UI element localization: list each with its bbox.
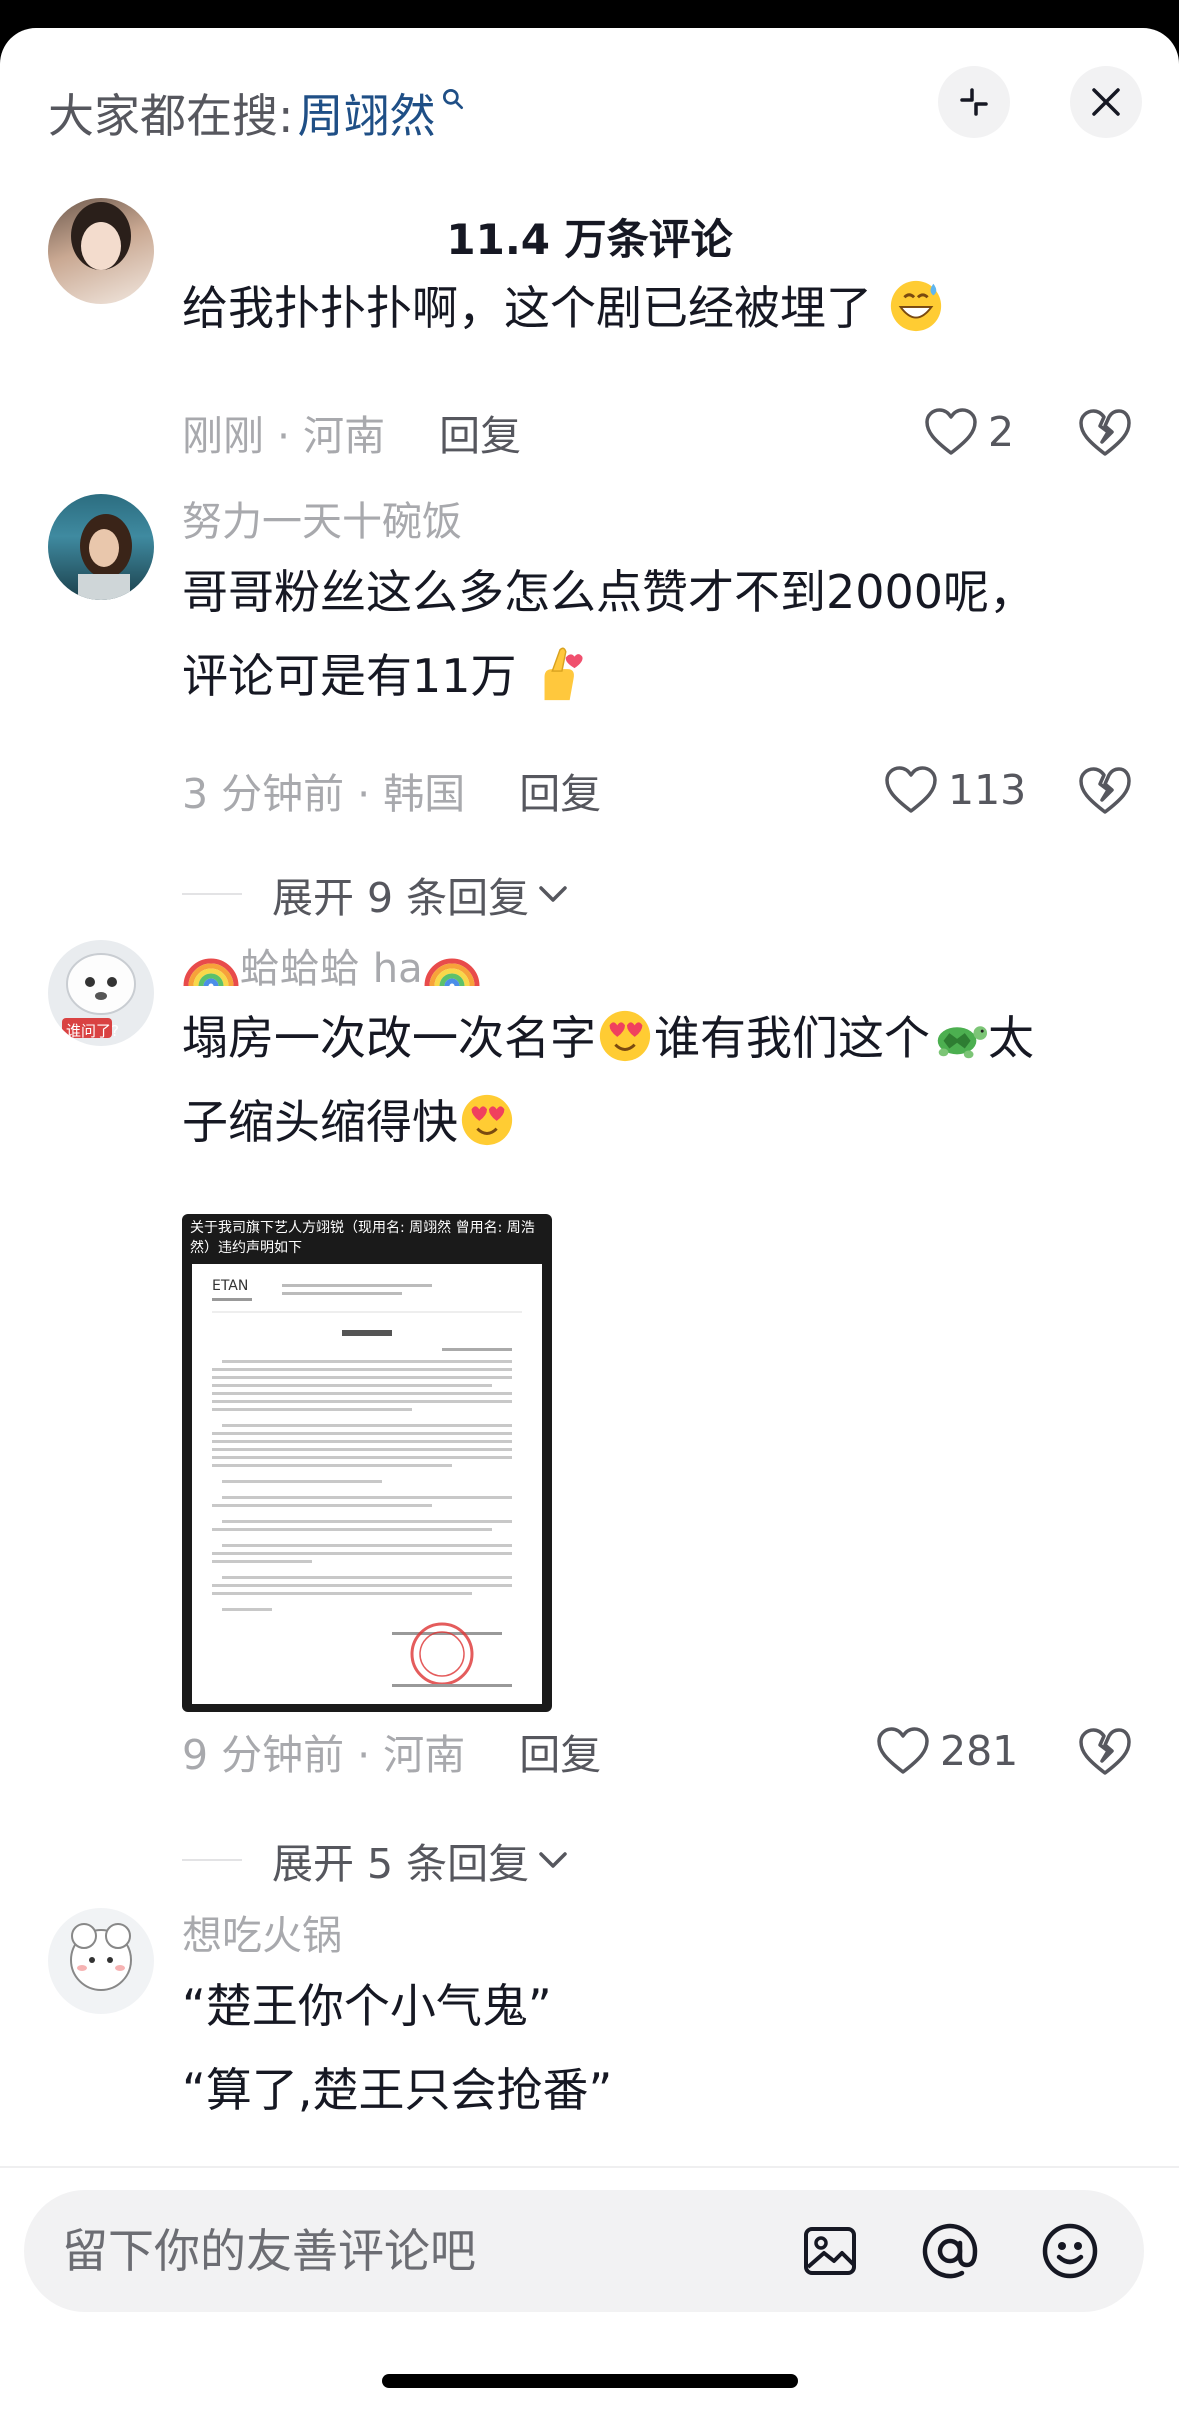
divider-line [182, 893, 242, 895]
home-indicator [382, 2374, 798, 2388]
collapse-icon [960, 88, 988, 116]
close-button[interactable] [1070, 66, 1142, 138]
comment-image[interactable]: 关于我司旗下艺人方翊锐（现用名: 周翊然 曾用名: 周浩然）违约声明如下 ETA… [182, 1214, 552, 1712]
comment-count-title: 11.4 万条评论 [446, 215, 733, 264]
image-icon[interactable] [800, 2221, 860, 2281]
heart-icon [885, 766, 937, 813]
avatar[interactable] [48, 198, 154, 304]
rainbow-emoji [424, 958, 480, 987]
mention-icon[interactable] [920, 2221, 980, 2281]
svg-text:ETAN: ETAN [212, 1278, 248, 1294]
comment-time-location: 刚刚 · 河南 [182, 412, 386, 460]
image-caption: 关于我司旗下艺人方翊锐（现用名: 周翊然 曾用名: 周浩然）违约声明如下 [190, 1220, 535, 1256]
like-button[interactable]: 2 [924, 400, 1014, 464]
statement-document: ETAN [192, 1264, 542, 1704]
avatar[interactable] [48, 494, 154, 600]
expand-replies[interactable]: 展开 5 条回复 [182, 1830, 573, 1890]
comment-text: 哥哥粉丝这么多怎么点赞才不到2000呢， 评论可是有11万 [182, 565, 1036, 703]
heart-icon [877, 1727, 929, 1774]
comment-meta: 刚刚 · 河南 回复 [182, 400, 521, 464]
comment-text: 给我扑扑扑啊，这个剧已经被埋了 [182, 266, 1122, 350]
heart-eyes-emoji [461, 1094, 513, 1146]
rainbow-emoji [183, 958, 239, 987]
chevron-down-icon [539, 886, 567, 902]
reply-button[interactable]: 回复 [519, 760, 601, 820]
close-icon [1092, 88, 1120, 116]
heart-icon [925, 408, 977, 455]
chevron-down-icon [539, 1852, 567, 1868]
grinning-sweat-emoji [890, 280, 941, 332]
turtle-emoji [937, 1026, 988, 1059]
like-button[interactable]: 113 [884, 758, 1026, 822]
comment-input-placeholder: 留下你的友善评论吧 [62, 2224, 476, 2278]
like-count: 281 [940, 1727, 1019, 1775]
comment-sheet: 大家都在搜: 周翊然 11.4 万条评论 给我扑扑扑啊，这个剧已经被埋了 刚刚 … [0, 28, 1179, 2409]
comment-time-location: 3 分钟前 · 韩国 [182, 770, 466, 818]
divider-line [0, 2166, 1179, 2168]
divider-line [182, 1859, 242, 1861]
trending-search[interactable]: 大家都在搜: 周翊然 [48, 78, 466, 148]
comment-text: 塌房一次改一次名字 谁有我们这个太 子缩头缩得快 [182, 996, 1122, 1164]
comment-username[interactable]: 蛤蛤蛤 ha [182, 940, 1122, 996]
emoji-icon[interactable] [1040, 2221, 1100, 2281]
avatar-label: 谁问了? [66, 1022, 119, 1040]
comment-username[interactable]: 想吃火锅 [182, 1908, 1122, 1964]
like-button[interactable]: 281 [876, 1719, 1018, 1783]
collapse-button[interactable] [938, 66, 1010, 138]
comment-username[interactable]: 努力一天十碗饭 [182, 494, 1122, 550]
broken-heart-icon[interactable] [1078, 764, 1132, 818]
like-count: 113 [948, 766, 1027, 814]
reply-button[interactable]: 回复 [439, 402, 521, 462]
comment-input[interactable]: 留下你的友善评论吧 [24, 2190, 1144, 2312]
comment-time-location: 9 分钟前 · 河南 [182, 1731, 466, 1779]
broken-heart-icon[interactable] [1078, 1725, 1132, 1779]
finger-heart-emoji [544, 647, 583, 701]
search-icon [442, 88, 463, 110]
heart-eyes-emoji [599, 1010, 651, 1062]
expand-replies[interactable]: 展开 9 条回复 [182, 864, 573, 924]
trending-search-term[interactable]: 周翊然 [298, 80, 436, 146]
reply-button[interactable]: 回复 [519, 1721, 601, 1781]
like-count: 2 [988, 408, 1015, 456]
avatar[interactable]: 谁问了? [48, 940, 154, 1046]
broken-heart-icon[interactable] [1078, 406, 1132, 460]
avatar[interactable] [48, 1908, 154, 2014]
comment-text: “楚王你个小气鬼” “算了,楚王只会抢番” [182, 1979, 613, 2117]
comment-meta: 9 分钟前 · 河南 回复 [182, 1719, 601, 1783]
trending-search-prefix: 大家都在搜: [48, 89, 294, 143]
comment-meta: 3 分钟前 · 韩国 回复 [182, 758, 601, 822]
